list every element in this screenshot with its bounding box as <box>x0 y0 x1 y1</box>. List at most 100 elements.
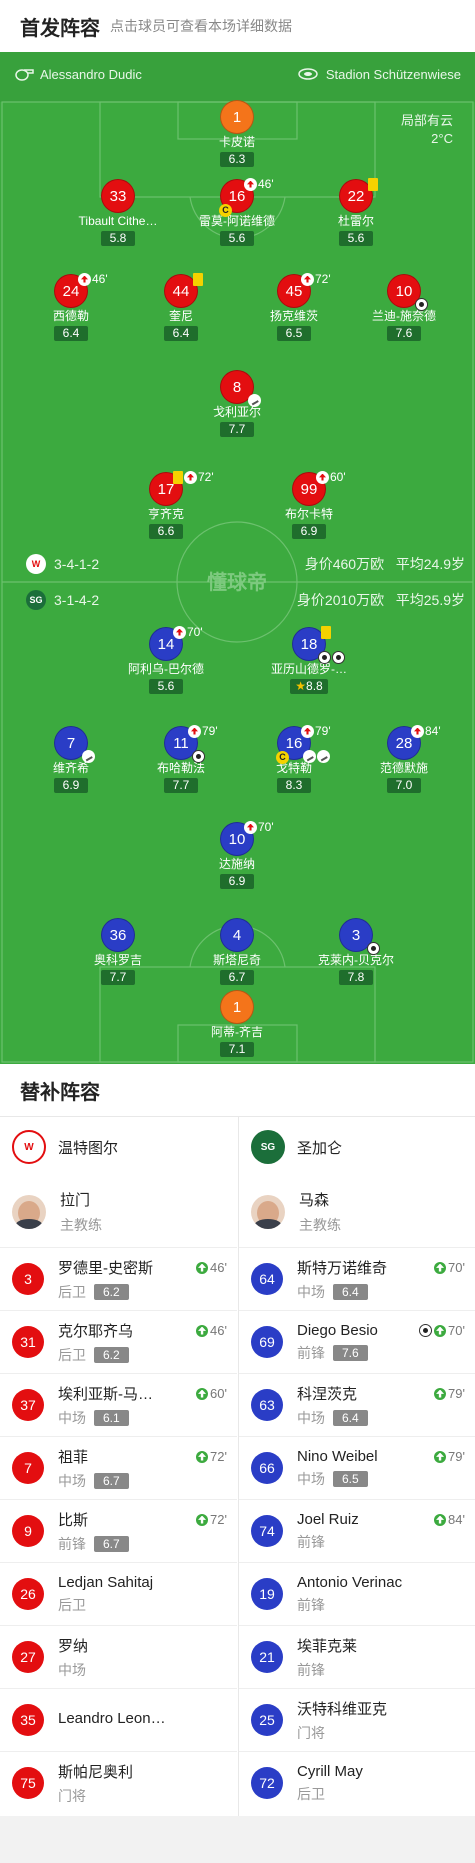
player-number: 7 <box>66 734 76 752</box>
sub-player-row[interactable]: 27 罗纳 中场 <box>0 1625 237 1688</box>
sub-player-row[interactable]: 21 埃菲克莱 前锋 <box>239 1625 475 1688</box>
sub-player-row[interactable]: 63 科涅茨克 中场 6.4 79' <box>239 1373 475 1436</box>
sub-name: 祖菲 <box>58 1448 89 1466</box>
home-formation: 3-4-1-2 <box>54 556 100 572</box>
sub-in-icon <box>196 1450 209 1463</box>
sub-in-minute: 70' <box>448 1260 465 1275</box>
sub-position: 后卫 <box>297 1785 325 1802</box>
home-player[interactable]: 45 72' 扬克维茨 6.5 <box>239 272 349 354</box>
player-rating: 6.9 <box>53 778 89 793</box>
sub-in-minute: 79' <box>448 1386 465 1401</box>
away-coach[interactable]: 马森 主教练 <box>239 1177 475 1247</box>
away-team-logo-icon: SG <box>251 1130 285 1164</box>
sub-player-row[interactable]: 7 祖菲 中场 6.7 72' <box>0 1436 237 1499</box>
sub-in-icon <box>196 1513 209 1526</box>
sub-position: 前锋 <box>297 1661 325 1678</box>
sub-minute: 70' <box>258 820 274 834</box>
player-name: 范德默施 <box>379 761 428 775</box>
player-rating: 7.6 <box>386 326 422 341</box>
sub-rating: 6.1 <box>94 1409 129 1426</box>
home-team-info: W 3-4-1-2 身价460万欧 平均24.9岁 <box>0 552 475 576</box>
sub-name: 罗德里-史密斯 <box>58 1259 153 1277</box>
away-team-row[interactable]: SG 圣加仑 <box>239 1117 475 1177</box>
home-player[interactable]: 33 Tibault Cithe… 5.8 <box>63 179 173 259</box>
sub-player-row[interactable]: 9 比斯 前锋 6.7 72' <box>0 1499 237 1562</box>
away-player[interactable]: 4 斯塔尼奇 6.7 <box>182 918 292 998</box>
home-player[interactable]: 1 卡皮诺 6.3 <box>182 100 292 180</box>
away-player[interactable]: 18 亚历山德罗-… ★8.8 <box>254 625 364 707</box>
sub-player-row[interactable]: 72 Cyrill May 后卫 <box>239 1751 475 1814</box>
sub-player-row[interactable]: 75 斯帕尼奥利 门将 <box>0 1751 237 1814</box>
player-number: 36 <box>101 918 135 952</box>
captain-icon: C <box>219 204 232 217</box>
pitch: 懂球帝 Alessandro Dudic Stadion Schützenwie… <box>0 52 475 1064</box>
sub-minute: 46' <box>92 272 108 286</box>
player-number: 10 <box>395 282 413 300</box>
home-coach[interactable]: 拉门 主教练 <box>0 1177 237 1247</box>
sub-player-row[interactable]: 3 罗德里-史密斯 后卫 6.2 46' <box>0 1247 237 1310</box>
sub-player-row[interactable]: 19 Antonio Verinac 前锋 <box>239 1562 475 1625</box>
sub-player-row[interactable]: 37 埃利亚斯-马… 中场 6.1 60' <box>0 1373 237 1436</box>
coach-role: 主教练 <box>299 1217 341 1233</box>
home-player[interactable]: 10 兰迪-施奈德 7.6 <box>349 274 459 354</box>
player-name: 兰迪-施奈德 <box>372 309 436 323</box>
away-player[interactable]: 36 奥科罗吉 7.7 <box>63 918 173 998</box>
subs-title: 替补阵容 <box>0 1064 475 1116</box>
sub-position: 中场 <box>58 1472 86 1489</box>
player-name: 亚历山德罗-… <box>271 662 347 676</box>
home-team-row[interactable]: W 温特图尔 <box>0 1117 237 1177</box>
away-player[interactable]: 16 C 79' 戈特勒 8.3 <box>239 724 349 806</box>
away-player[interactable]: 14 70' 阿利乌-巴尔德 5.6 <box>111 625 221 707</box>
sub-number: 3 <box>12 1263 44 1295</box>
sub-player-row[interactable]: 26 Ledjan Sahitaj 后卫 <box>0 1562 237 1625</box>
player-name: 斯塔尼奇 <box>212 953 261 967</box>
away-player[interactable]: 3 克莱内-贝克尔 7.8 <box>301 918 411 998</box>
away-player[interactable]: 28 84' 范德默施 7.0 <box>349 724 459 806</box>
player-rating: 7.0 <box>386 778 422 793</box>
sub-player-row[interactable]: 69 Diego Besio 前锋 7.6 70' <box>239 1310 475 1373</box>
sub-position: 前锋 <box>297 1533 325 1550</box>
home-player[interactable]: 22 杜雷尔 5.6 <box>301 177 411 259</box>
sub-minute: 72' <box>315 272 331 286</box>
sub-rating: 6.7 <box>94 1472 129 1489</box>
player-rating: 6.4 <box>53 326 89 341</box>
sub-position: 前锋 <box>58 1535 86 1552</box>
home-player[interactable]: 17 72' 亨齐克 6.6 <box>111 470 221 552</box>
home-player[interactable]: 16 C 46' 雷莫-阿诺维德 5.6 <box>182 177 292 259</box>
goal-icon <box>332 651 345 664</box>
captain-icon: C <box>276 751 289 764</box>
player-rating: 5.8 <box>100 231 136 246</box>
player-name: 扬克维茨 <box>269 309 318 323</box>
player-name: 卡皮诺 <box>218 135 255 149</box>
sub-player-row[interactable]: 64 斯特万诺维奇 中场 6.4 70' <box>239 1247 475 1310</box>
sub-player-row[interactable]: 31 克尔耶齐乌 后卫 6.2 46' <box>0 1310 237 1373</box>
sub-position: 门将 <box>297 1724 325 1741</box>
weather-temp: 2°C <box>431 131 453 146</box>
home-player[interactable]: 8 戈利亚尔 7.7 <box>182 370 292 450</box>
sub-player-row[interactable]: 66 Nino Weibel 中场 6.5 79' <box>239 1436 475 1499</box>
away-player[interactable]: 10 70' 达施纳 6.9 <box>182 820 292 902</box>
away-player[interactable]: 11 79' 布哈勒法 7.7 <box>126 724 236 806</box>
home-player[interactable]: 24 46' 西德勒 6.4 <box>16 272 126 354</box>
sub-player-row[interactable]: 35 Leandro Leon… <box>0 1688 237 1751</box>
away-player[interactable]: 7 维齐希 6.9 <box>16 726 126 806</box>
player-number: 1 <box>220 990 254 1024</box>
sub-out-icon <box>316 470 329 484</box>
sub-name: 斯帕尼奥利 <box>58 1763 134 1781</box>
away-player[interactable]: 1 阿蒂-齐吉 7.1 <box>182 990 292 1064</box>
sub-out-icon <box>244 177 257 191</box>
sub-player-row[interactable]: 25 沃特科维亚克 门将 <box>239 1688 475 1751</box>
sub-position: 后卫 <box>58 1283 86 1300</box>
yellow-card-icon <box>368 177 378 191</box>
sub-rating: 6.5 <box>333 1470 368 1487</box>
assist-icon <box>303 750 316 763</box>
sub-number: 69 <box>251 1326 283 1358</box>
home-player[interactable]: 99 60' 布尔卡特 6.9 <box>254 470 364 552</box>
home-player[interactable]: 44 奎尼 6.4 <box>126 272 236 354</box>
sub-player-row[interactable]: 74 Joel Ruiz 前锋 84' <box>239 1499 475 1562</box>
player-number: 3 <box>351 926 361 944</box>
player-name: 达施纳 <box>218 857 255 871</box>
player-name: 杜雷尔 <box>337 214 374 228</box>
sub-in-icon <box>196 1387 209 1400</box>
home-team-logo-icon: W <box>12 1130 46 1164</box>
